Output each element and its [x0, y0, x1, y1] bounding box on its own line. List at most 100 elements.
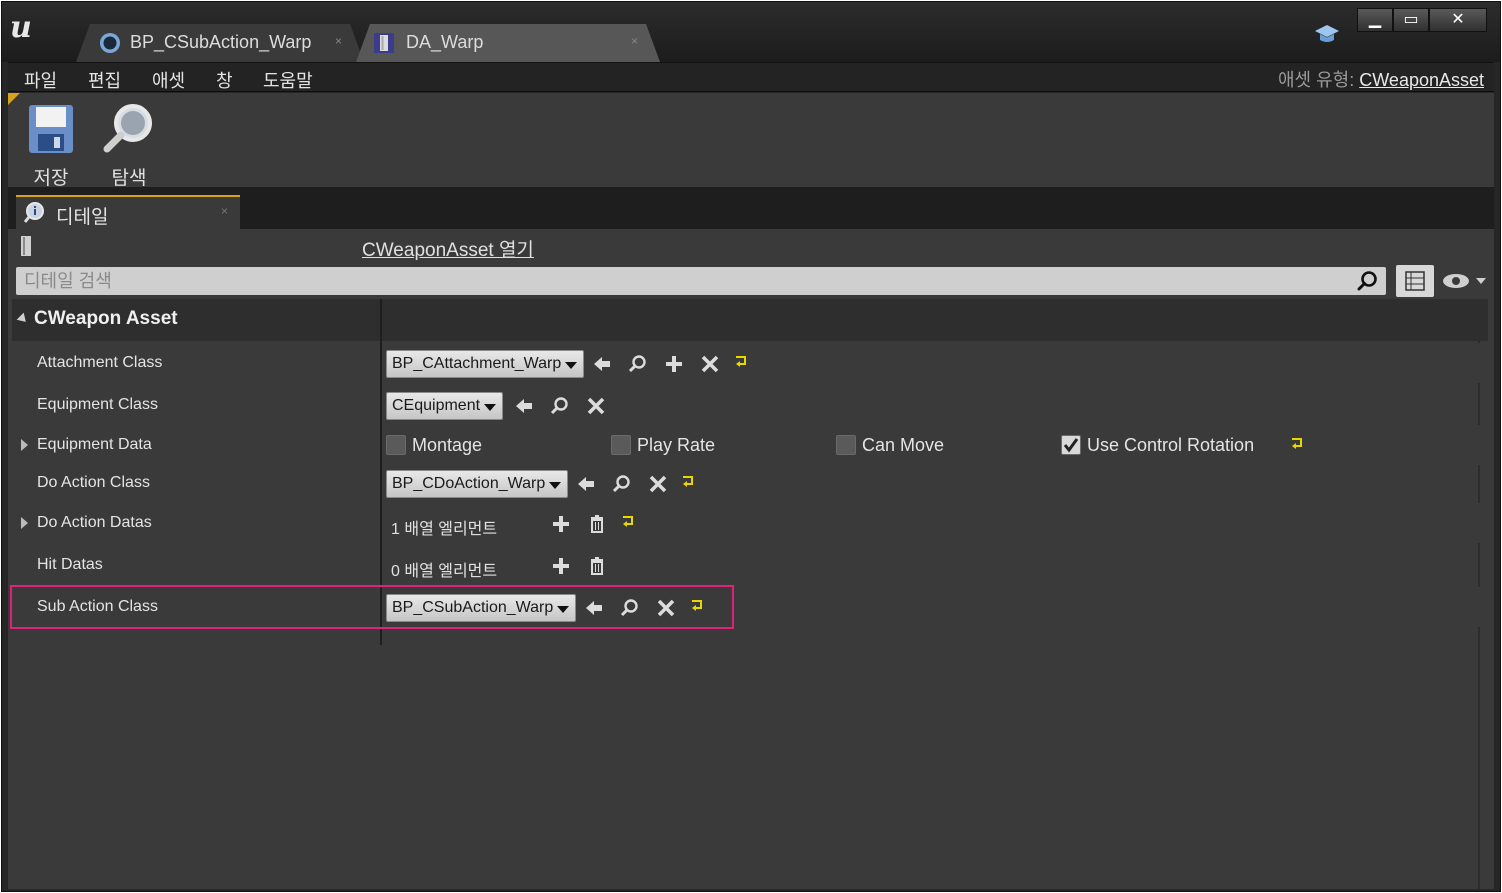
property-name: Equipment Class: [37, 396, 158, 413]
category-row[interactable]: CWeapon Asset: [12, 299, 1488, 341]
play-rate-checkbox[interactable]: [611, 435, 631, 455]
menu-window[interactable]: 창: [216, 67, 233, 93]
tab-bp-csubaction-warp[interactable]: BP_CSubAction_Warp ×: [76, 24, 364, 62]
trash-icon[interactable]: [587, 514, 607, 534]
property-name: Equipment Data: [37, 436, 152, 453]
property-name: Do Action Class: [37, 474, 150, 491]
browse-magnifier-icon[interactable]: [550, 396, 570, 416]
view-options-button[interactable]: [1396, 265, 1434, 297]
tab-details[interactable]: 디테일 ×: [16, 195, 240, 229]
window-controls: ▁ ▭ ✕: [1357, 8, 1487, 32]
chevron-down-icon: [549, 482, 562, 489]
combo-value: CEquipment: [392, 397, 481, 414]
tab-da-warp[interactable]: DA_Warp ×: [356, 24, 660, 62]
visibility-eye-icon[interactable]: [1440, 269, 1488, 293]
reset-to-default-icon[interactable]: [735, 355, 747, 367]
open-asset-link[interactable]: CWeaponAsset 열기: [362, 235, 534, 262]
montage-checkbox[interactable]: [386, 435, 406, 455]
expand-arrow-icon[interactable]: [21, 439, 28, 451]
title-bar: u BP_CSubAction_Warp × DA_Warp × ▁ ▭ ✕: [2, 2, 1500, 62]
array-element-count: 1 배열 엘리먼트: [391, 521, 498, 538]
checkbox-label: Can Move: [862, 435, 945, 455]
graduation-cap-icon[interactable]: [1314, 22, 1340, 46]
checkbox-label: Play Rate: [637, 435, 716, 455]
add-element-plus-icon[interactable]: [551, 514, 571, 534]
details-info-icon: [24, 202, 44, 223]
property-name: Hit Datas: [37, 556, 103, 573]
tab-close-icon[interactable]: ×: [335, 34, 342, 48]
attachment-class-combo[interactable]: BP_CAttachment_Warp: [386, 350, 585, 378]
property-grid: CWeapon Asset Attachment Class BP_CAttac…: [10, 299, 1488, 889]
details-tab-strip: 디테일 ×: [8, 187, 1494, 229]
unreal-logo-icon: u: [10, 10, 32, 45]
data-asset-icon: [21, 236, 31, 256]
menu-help[interactable]: 도움말: [263, 67, 313, 93]
checkbox-label: Montage: [412, 435, 483, 455]
clear-x-icon[interactable]: [648, 474, 668, 494]
menu-file[interactable]: 파일: [24, 67, 57, 93]
list-view-icon: [1405, 271, 1425, 291]
menu-asset[interactable]: 애셋: [152, 67, 185, 93]
asset-header-row: CWeaponAsset 열기: [8, 229, 1494, 265]
clear-x-icon[interactable]: [700, 354, 720, 374]
collapse-arrow-icon[interactable]: [16, 312, 30, 326]
chevron-down-icon: [565, 362, 578, 369]
use-selected-arrow-icon[interactable]: [576, 474, 596, 494]
reset-to-default-icon[interactable]: [682, 475, 694, 487]
tab-close-icon[interactable]: ×: [631, 34, 638, 48]
reset-to-default-icon[interactable]: [622, 515, 634, 527]
reset-to-default-icon[interactable]: [1291, 437, 1303, 449]
toolbar: 저장 탐색: [8, 93, 1494, 189]
checkbox-label: Use Control Rotation: [1087, 435, 1255, 455]
close-window-button[interactable]: ✕: [1429, 8, 1487, 32]
browse-button[interactable]: 탐색: [94, 101, 164, 189]
browse-magnifier-icon[interactable]: [628, 354, 648, 374]
blueprint-circle-icon: [98, 31, 122, 55]
use-selected-arrow-icon[interactable]: [514, 396, 534, 416]
search-icon[interactable]: [1356, 270, 1378, 292]
data-asset-icon: [372, 31, 396, 55]
highlight-box: [10, 585, 734, 629]
maximize-button[interactable]: ▭: [1393, 8, 1429, 32]
property-row-attachment-class: Attachment Class BP_CAttachment_Warp: [12, 343, 1488, 383]
checkmark-icon: [1063, 438, 1079, 453]
asset-type-indicator: 애셋 유형: CWeaponAsset: [1278, 66, 1484, 92]
chevron-down-icon: [484, 404, 497, 411]
category-title: CWeapon Asset: [34, 308, 178, 329]
equipment-class-combo[interactable]: CEquipment: [386, 392, 504, 420]
clear-x-icon[interactable]: [586, 396, 606, 416]
browse-magnifier-icon[interactable]: [612, 474, 632, 494]
details-tab-label: 디테일: [56, 207, 109, 228]
add-plus-icon[interactable]: [664, 354, 684, 374]
trash-icon[interactable]: [587, 556, 607, 576]
search-bar: [16, 267, 1386, 295]
tab-close-icon[interactable]: ×: [221, 204, 228, 218]
tab-label: BP_CSubAction_Warp: [130, 32, 312, 52]
details-panel: CWeaponAsset 열기 CWea: [8, 229, 1494, 889]
property-row-hit-datas: Hit Datas 0 배열 엘리먼트: [12, 545, 1488, 585]
property-name: Attachment Class: [37, 354, 163, 371]
property-row-equipment-data: Equipment Data Montage Play Rate Can Mov…: [12, 425, 1488, 465]
menu-bar: 파일 편집 애셋 창 도움말 애셋 유형: CWeaponAsset: [8, 62, 1494, 92]
browse-label: 탐색: [111, 168, 147, 189]
magnifier-icon: [103, 104, 152, 153]
expand-arrow-icon[interactable]: [21, 517, 28, 529]
can-move-checkbox[interactable]: [836, 435, 856, 455]
asset-type-link[interactable]: CWeaponAsset: [1359, 70, 1484, 90]
use-control-rotation-checkbox[interactable]: [1061, 435, 1081, 455]
asset-type-label: 애셋 유형:: [1278, 70, 1355, 90]
save-disk-icon: [29, 105, 73, 153]
editor-window: u BP_CSubAction_Warp × DA_Warp × ▁ ▭ ✕ 파: [1, 1, 1501, 892]
menu-edit[interactable]: 편집: [88, 67, 121, 93]
tab-label: DA_Warp: [406, 32, 484, 52]
combo-value: BP_CAttachment_Warp: [392, 355, 562, 372]
add-element-plus-icon[interactable]: [551, 556, 571, 576]
save-button[interactable]: 저장: [16, 101, 86, 189]
property-name: Do Action Datas: [37, 514, 152, 531]
save-label: 저장: [33, 168, 69, 189]
minimize-button[interactable]: ▁: [1357, 8, 1393, 32]
search-input[interactable]: [16, 267, 1346, 295]
combo-value: BP_CDoAction_Warp: [392, 475, 546, 492]
use-selected-arrow-icon[interactable]: [592, 354, 612, 374]
do-action-class-combo[interactable]: BP_CDoAction_Warp: [386, 470, 569, 498]
